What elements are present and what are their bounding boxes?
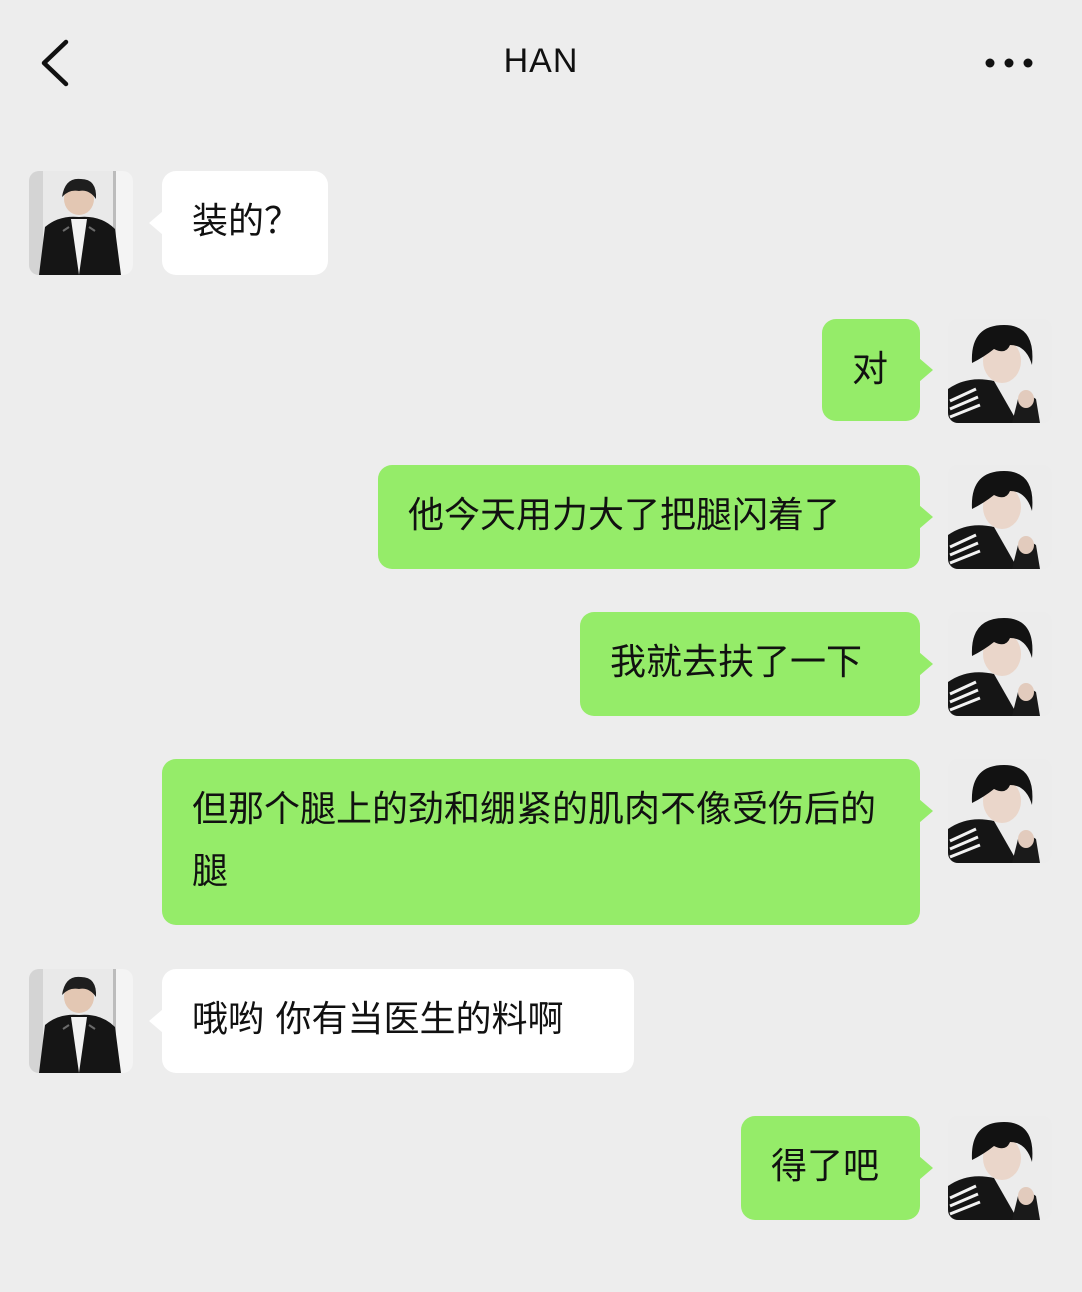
outgoing-bubble[interactable]: 对	[822, 319, 920, 421]
my-avatar[interactable]	[948, 319, 1052, 423]
bubble-tail	[919, 652, 933, 676]
my-avatar[interactable]	[948, 465, 1052, 569]
bubble-tail	[919, 799, 933, 823]
bubble-tail	[149, 1009, 163, 1033]
my-avatar[interactable]	[948, 759, 1052, 863]
bubble-tail	[149, 211, 163, 235]
outgoing-bubble[interactable]: 得了吧	[741, 1116, 920, 1220]
my-avatar[interactable]	[948, 1116, 1052, 1220]
bubble-tail	[919, 358, 933, 382]
incoming-bubble[interactable]: 装的？	[162, 171, 328, 275]
contact-avatar[interactable]	[29, 969, 133, 1073]
contact-avatar[interactable]	[29, 171, 133, 275]
my-avatar[interactable]	[948, 612, 1052, 716]
outgoing-bubble[interactable]: 但那个腿上的劲和绷紧的肌肉不像受伤后的腿	[162, 759, 920, 925]
bubble-tail	[919, 505, 933, 529]
incoming-bubble[interactable]: 哦哟 你有当医生的料啊	[162, 969, 634, 1073]
outgoing-bubble[interactable]: 我就去扶了一下	[580, 612, 920, 716]
bubble-tail	[919, 1156, 933, 1180]
outgoing-bubble[interactable]: 他今天用力大了把腿闪着了	[378, 465, 920, 569]
message-list: 装的？ 对 他今天用力大了把腿闪着了 我就去扶了一下 但那个腿上的劲和绷紧的肌肉…	[0, 0, 1082, 1292]
